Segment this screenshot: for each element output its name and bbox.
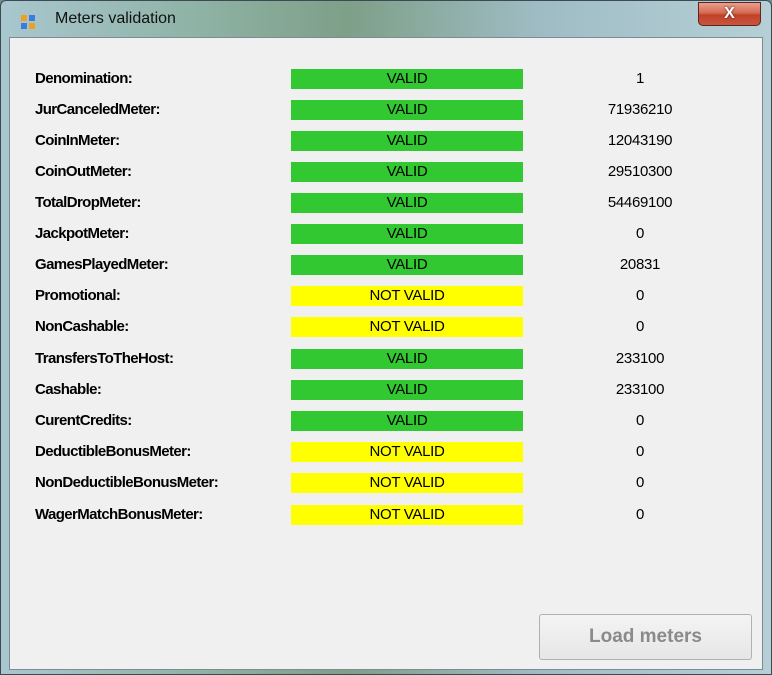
meter-row: JurCanceledMeter: VALID 71936210 [10, 99, 762, 121]
meter-row: NonDeductibleBonusMeter: NOT VALID 0 [10, 472, 762, 494]
meter-value: 0 [635, 225, 645, 242]
meter-status-badge: VALID [291, 193, 523, 213]
meter-label: TotalDropMeter: [35, 194, 141, 211]
meter-value: 0 [635, 443, 645, 460]
meter-status-badge: NOT VALID [291, 317, 523, 337]
meter-status-badge: VALID [291, 162, 523, 182]
meter-value: 0 [635, 506, 645, 523]
meter-label: DeductibleBonusMeter: [35, 443, 191, 460]
meter-value: 71936210 [607, 101, 673, 118]
meter-value: 0 [635, 318, 645, 335]
meter-status-badge: NOT VALID [291, 505, 523, 525]
meter-label: JurCanceledMeter: [35, 101, 160, 118]
meter-label: GamesPlayedMeter: [35, 256, 169, 273]
meter-value: 54469100 [607, 194, 673, 211]
meter-value: 29510300 [607, 163, 673, 180]
meter-status-badge: VALID [291, 255, 523, 275]
meter-value: 233100 [615, 381, 665, 398]
meter-label: JackpotMeter: [35, 225, 130, 242]
meter-label: NonCashable: [35, 318, 129, 335]
meter-value: 1 [635, 70, 645, 87]
meter-value: 12043190 [607, 132, 673, 149]
meter-label: CoinInMeter: [35, 132, 120, 149]
meter-row: WagerMatchBonusMeter: NOT VALID 0 [10, 504, 762, 526]
meter-value: 0 [635, 287, 645, 304]
meter-row: Cashable: VALID 233100 [10, 379, 762, 401]
meter-value: 20831 [619, 256, 661, 273]
close-button[interactable]: X [698, 2, 761, 26]
meter-status-badge: VALID [291, 100, 523, 120]
meter-status-badge: NOT VALID [291, 286, 523, 306]
meter-status-badge: NOT VALID [291, 442, 523, 462]
meter-row: CoinOutMeter: VALID 29510300 [10, 161, 762, 183]
meter-row: CurentCredits: VALID 0 [10, 410, 762, 432]
app-icon [21, 15, 35, 29]
meter-status-badge: NOT VALID [291, 473, 523, 493]
meter-row: TotalDropMeter: VALID 54469100 [10, 192, 762, 214]
title-bar: Meters validation X [1, 1, 771, 37]
meter-status-badge: VALID [291, 131, 523, 151]
meter-label: WagerMatchBonusMeter: [35, 506, 203, 523]
meter-value: 0 [635, 412, 645, 429]
meter-label: NonDeductibleBonusMeter: [35, 474, 219, 491]
meter-row: DeductibleBonusMeter: NOT VALID 0 [10, 441, 762, 463]
meter-status-badge: VALID [291, 411, 523, 431]
meter-label: Promotional: [35, 287, 121, 304]
meter-label: CoinOutMeter: [35, 163, 132, 180]
window-title: Meters validation [55, 10, 176, 27]
close-icon: X [724, 5, 735, 22]
meter-row: GamesPlayedMeter: VALID 20831 [10, 254, 762, 276]
meter-row: NonCashable: NOT VALID 0 [10, 316, 762, 338]
meter-label: CurentCredits: [35, 412, 132, 429]
meter-value: 233100 [615, 350, 665, 367]
meter-row: JackpotMeter: VALID 0 [10, 223, 762, 245]
meter-row: Denomination: VALID 1 [10, 68, 762, 90]
client-area: Denomination: VALID 1 JurCanceledMeter: VALI… [9, 37, 763, 670]
load-meters-button[interactable]: Load meters [539, 614, 752, 660]
meter-value: 0 [635, 474, 645, 491]
meter-row: Promotional: NOT VALID 0 [10, 285, 762, 307]
meter-label: Denomination: [35, 70, 133, 87]
meters-validation-window: Meters validation X Denomination: VALID 1 J… [0, 0, 772, 675]
meter-status-badge: VALID [291, 224, 523, 244]
meter-label: Cashable: [35, 381, 102, 398]
meter-row: CoinInMeter: VALID 12043190 [10, 130, 762, 152]
meter-label: TransfersToTheHost: [35, 350, 174, 367]
meter-row: TransfersToTheHost: VALID 233100 [10, 348, 762, 370]
meter-status-badge: VALID [291, 349, 523, 369]
meter-status-badge: VALID [291, 69, 523, 89]
meter-status-badge: VALID [291, 380, 523, 400]
